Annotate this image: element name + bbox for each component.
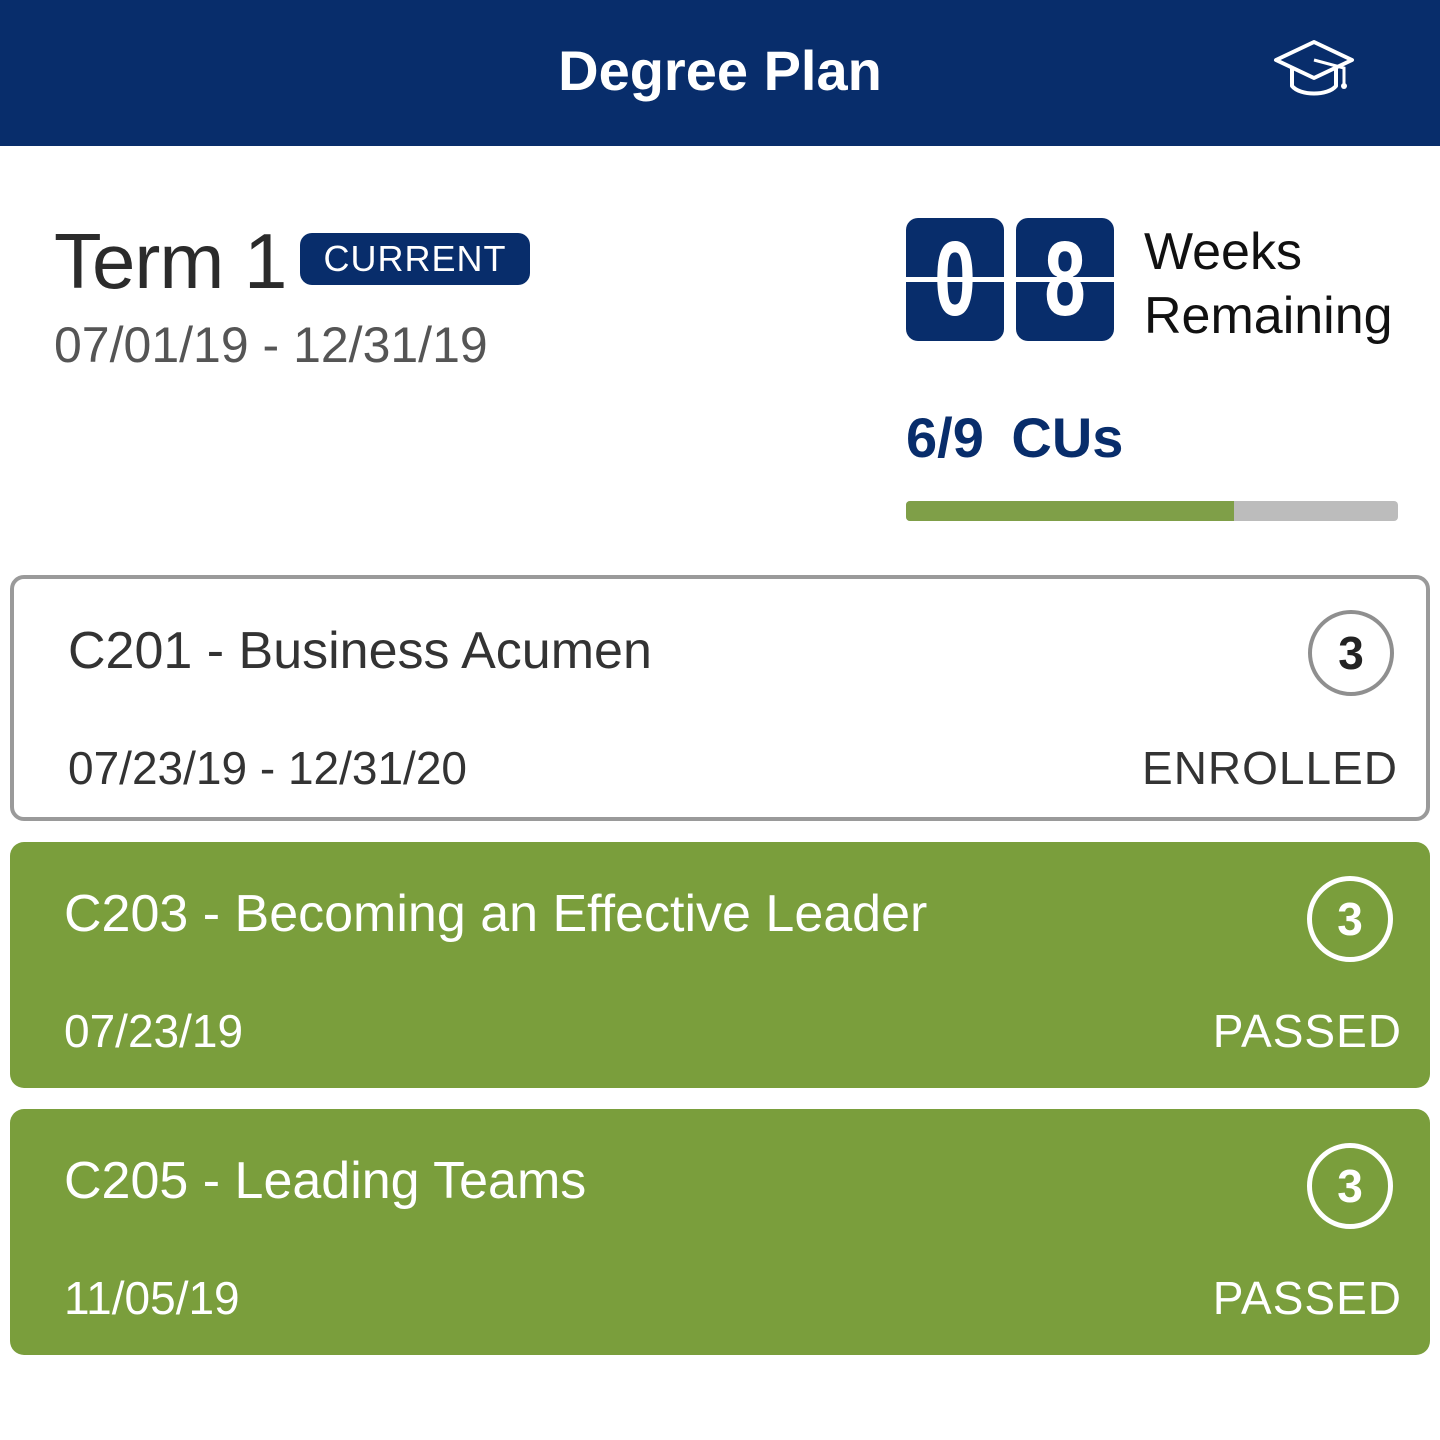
graduation-cap-icon [1274, 40, 1354, 96]
course-cus-badge: 3 [1307, 1143, 1393, 1229]
cus-progress-bar [906, 501, 1398, 521]
flip-divider [1016, 277, 1114, 282]
weeks-digit-tens: 0 [906, 218, 1004, 341]
course-dates: 07/23/19 - 12/31/20 [68, 742, 467, 794]
cus-progress-fill [906, 501, 1234, 521]
course-status: PASSED [1212, 1005, 1402, 1057]
graduation-cap-button[interactable] [1266, 32, 1362, 110]
weeks-digit-ones: 8 [1016, 218, 1114, 341]
course-card-c201[interactable]: C201 - Business Acumen 3 07/23/19 - 12/3… [10, 575, 1430, 821]
page-title: Degree Plan [558, 39, 882, 102]
course-dates: 11/05/19 [64, 1272, 240, 1324]
term-dates: 07/01/19 - 12/31/19 [54, 317, 488, 373]
course-card-c205[interactable]: C205 - Leading Teams 3 11/05/19 PASSED [10, 1109, 1430, 1355]
course-name: C201 - Business Acumen [68, 622, 652, 680]
cus-progress-label: 6/9 CUs [906, 406, 1124, 469]
course-cus-badge: 3 [1308, 610, 1394, 696]
course-name: C203 - Becoming an Effective Leader [64, 885, 928, 943]
current-badge: CURRENT [300, 233, 530, 285]
app-header: Degree Plan [0, 0, 1440, 146]
course-dates: 07/23/19 [64, 1005, 244, 1057]
term-title: Term 1 [54, 217, 287, 305]
flip-divider [906, 277, 1004, 282]
weeks-remaining-label: Weeks Remaining [1144, 220, 1393, 348]
course-card-c203[interactable]: C203 - Becoming an Effective Leader 3 07… [10, 842, 1430, 1088]
course-status: ENROLLED [1142, 742, 1398, 794]
course-status: PASSED [1212, 1272, 1402, 1324]
course-cus-badge: 3 [1307, 876, 1393, 962]
weeks-label-line1: Weeks [1144, 223, 1302, 281]
weeks-label-line2: Remaining [1144, 287, 1393, 345]
course-name: C205 - Leading Teams [64, 1152, 587, 1210]
